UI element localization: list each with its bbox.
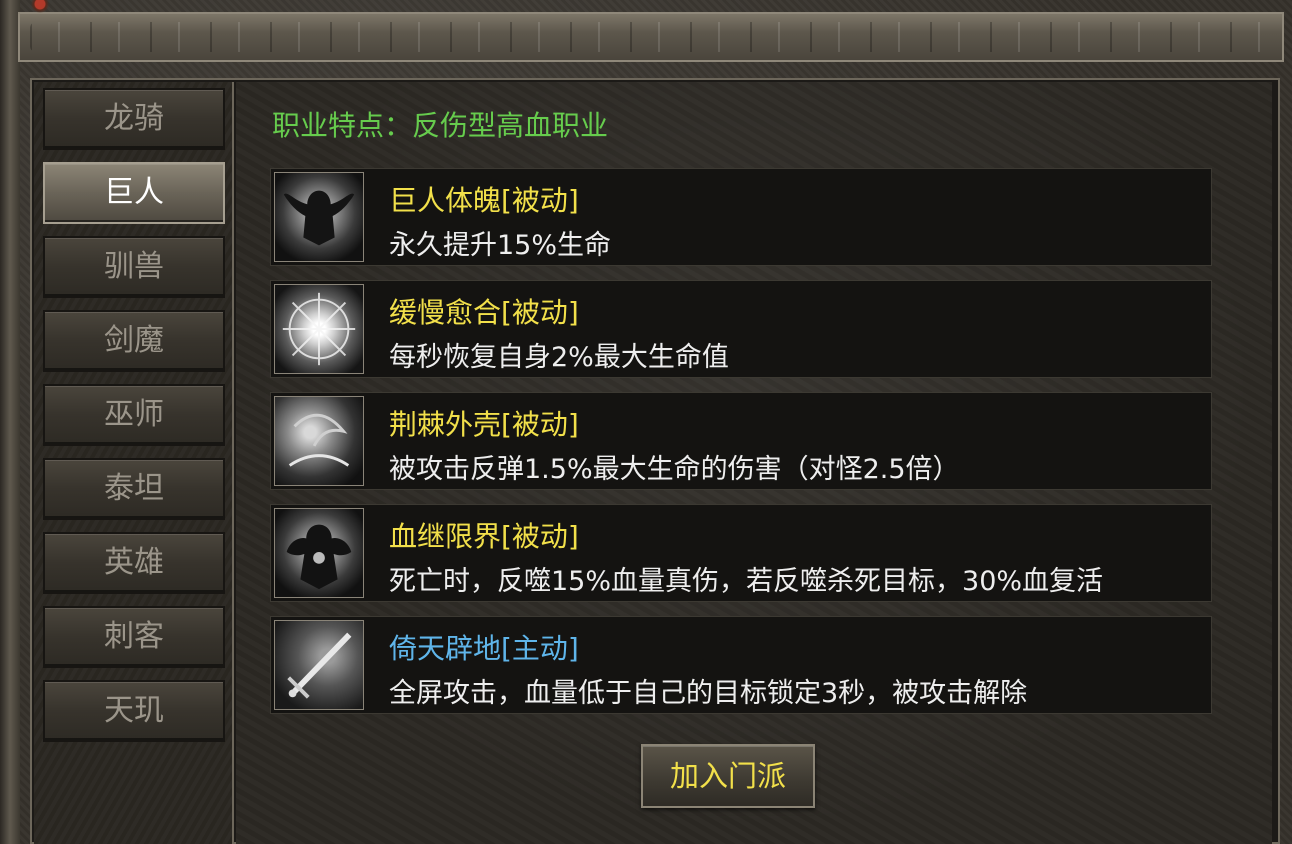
frame-left-border (0, 0, 20, 844)
skill-desc: 永久提升15%生命 (389, 230, 612, 261)
skill-desc: 被攻击反弹1.5%最大生命的伤害（对怪2.5倍） (389, 454, 960, 485)
skill-name: 血继限界[被动] (389, 520, 579, 553)
skill-name: 荆棘外壳[被动] (389, 408, 579, 441)
skill-name: 缓慢愈合[被动] (389, 296, 579, 329)
skill-name: 巨人体魄[被动] (389, 184, 579, 217)
tab-wushi[interactable]: 巫师 (43, 384, 225, 446)
sword-strike-icon (274, 620, 364, 710)
skill-desc: 全屏攻击，血量低于自己的目标锁定3秒，被攻击解除 (389, 678, 1028, 709)
tab-tianji[interactable]: 天玑 (43, 680, 225, 742)
corner-gem-ornament (0, 0, 60, 18)
join-sect-button[interactable]: 加入门派 (641, 744, 815, 808)
tab-xunshou[interactable]: 驯兽 (43, 236, 225, 298)
giant-body-icon (274, 172, 364, 262)
scroll-pattern (30, 22, 1272, 52)
class-trait-text: 职业特点：反伤型高血职业 (272, 109, 609, 142)
radiant-heal-icon (274, 284, 364, 374)
class-tab-sidebar: 龙骑 巨人 驯兽 剑魔 巫师 泰坦 英雄 刺客 天玑 (34, 82, 234, 844)
skill-row[interactable]: 缓慢愈合[被动] 每秒恢复自身2%最大生命值 (270, 280, 1212, 378)
skill-desc: 死亡时，反噬15%血量真伤，若反噬杀死目标，30%血复活 (389, 566, 1104, 597)
top-ornament-border (18, 12, 1284, 62)
tab-cike[interactable]: 刺客 (43, 606, 225, 668)
skill-row[interactable]: 巨人体魄[被动] 永久提升15%生命 (270, 168, 1212, 266)
tab-longqi[interactable]: 龙骑 (43, 88, 225, 150)
tab-jianmo[interactable]: 剑魔 (43, 310, 225, 372)
skill-name: 倚天辟地[主动] (389, 632, 579, 665)
tab-yingxiong[interactable]: 英雄 (43, 532, 225, 594)
skill-row[interactable]: 荆棘外壳[被动] 被攻击反弹1.5%最大生命的伤害（对怪2.5倍） (270, 392, 1212, 490)
tab-juren[interactable]: 巨人 (43, 162, 225, 224)
tab-taitan[interactable]: 泰坦 (43, 458, 225, 520)
thorn-shell-icon (274, 396, 364, 486)
bloodline-limit-icon (274, 508, 364, 598)
skill-desc: 每秒恢复自身2%最大生命值 (389, 342, 729, 373)
skill-row[interactable]: 血继限界[被动] 死亡时，反噬15%血量真伤，若反噬杀死目标，30%血复活 (270, 504, 1212, 602)
skill-row[interactable]: 倚天辟地[主动] 全屏攻击，血量低于自己的目标锁定3秒，被攻击解除 (270, 616, 1212, 714)
